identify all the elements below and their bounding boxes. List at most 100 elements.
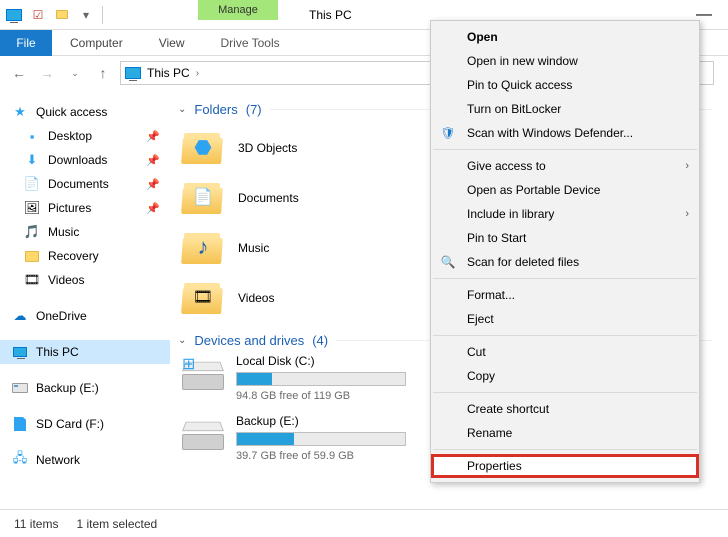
drive-icon — [182, 414, 224, 450]
ctx-pin-quick-access[interactable]: Pin to Quick access — [431, 73, 699, 97]
scan-icon: 🔍 — [439, 253, 457, 271]
breadcrumb[interactable]: This PC — [147, 66, 190, 80]
nav-label: Quick access — [36, 105, 107, 119]
window-title: This PC — [309, 8, 352, 22]
qat-new-folder-icon[interactable] — [52, 5, 72, 25]
nav-label: Music — [48, 225, 79, 239]
ctx-separator — [433, 335, 697, 336]
ctx-rename[interactable]: Rename — [431, 421, 699, 445]
ctx-defender-scan[interactable]: 🛡 Scan with Windows Defender... — [431, 121, 699, 145]
folder-label: 3D Objects — [238, 141, 297, 155]
ctx-pin-start[interactable]: Pin to Start — [431, 226, 699, 250]
nav-pictures[interactable]: 🖼Pictures📌 — [0, 196, 170, 220]
navigation-pane: ★ Quick access ▪Desktop📌 ⬇Downloads📌 📄Do… — [0, 90, 170, 509]
ctx-separator — [433, 449, 697, 450]
qat-dropdown-icon[interactable]: ▾ — [76, 5, 96, 25]
nav-label: This PC — [36, 345, 79, 359]
ctx-portable-device[interactable]: Open as Portable Device — [431, 178, 699, 202]
ctx-properties[interactable]: Properties — [431, 454, 699, 478]
drive-label: Local Disk (C:) — [236, 354, 406, 368]
ctx-cut[interactable]: Cut — [431, 340, 699, 364]
chevron-down-icon: ⌄ — [178, 104, 186, 115]
nav-recovery[interactable]: Recovery — [0, 244, 170, 268]
group-title: Devices and drives — [194, 333, 304, 348]
group-count: (4) — [312, 333, 328, 348]
nav-quick-access[interactable]: ★ Quick access — [0, 100, 170, 124]
nav-backup-drive[interactable]: Backup (E:) — [0, 376, 170, 400]
ctx-label: Properties — [467, 459, 522, 473]
group-count: (7) — [246, 102, 262, 117]
this-pc-icon — [12, 344, 28, 360]
ctx-create-shortcut[interactable]: Create shortcut — [431, 397, 699, 421]
ctx-label: Pin to Start — [467, 231, 526, 245]
capacity-bar — [236, 432, 406, 446]
capacity-bar — [236, 372, 406, 386]
folder-icon: ♪ — [182, 230, 224, 266]
ctx-separator — [433, 278, 697, 279]
up-button[interactable]: ↑ — [92, 62, 114, 84]
breadcrumb-chevron-icon[interactable]: › — [196, 68, 199, 79]
contextual-tab-group: Manage — [198, 0, 278, 20]
nav-downloads[interactable]: ⬇Downloads📌 — [0, 148, 170, 172]
folder-label: Documents — [238, 191, 299, 205]
ctx-label: Turn on BitLocker — [467, 102, 561, 116]
nav-music[interactable]: 🎵Music — [0, 220, 170, 244]
drive-item-backup[interactable]: Backup (E:) 39.7 GB free of 59.9 GB — [182, 414, 406, 474]
forward-button[interactable]: → — [36, 62, 58, 84]
qat-separator — [102, 6, 103, 24]
ctx-open-new-window[interactable]: Open in new window — [431, 49, 699, 73]
nav-this-pc[interactable]: This PC — [0, 340, 170, 364]
nav-onedrive[interactable]: ☁ OneDrive — [0, 304, 170, 328]
ctx-scan-deleted[interactable]: 🔍 Scan for deleted files — [431, 250, 699, 274]
nav-videos[interactable]: 🎞 Videos — [0, 268, 170, 292]
ctx-label: Eject — [467, 312, 494, 326]
ctx-bitlocker[interactable]: Turn on BitLocker — [431, 97, 699, 121]
tab-computer[interactable]: Computer — [52, 30, 141, 56]
drive-icon: ⊞ — [182, 354, 224, 390]
cloud-icon: ☁ — [12, 308, 28, 324]
nav-desktop[interactable]: ▪Desktop📌 — [0, 124, 170, 148]
ctx-label: Format... — [467, 288, 515, 302]
ctx-open[interactable]: Open — [431, 25, 699, 49]
network-icon: 🖧 — [12, 452, 28, 468]
file-tab[interactable]: File — [0, 30, 52, 56]
ctx-eject[interactable]: Eject — [431, 307, 699, 331]
ctx-include-library[interactable]: Include in library› — [431, 202, 699, 226]
ctx-label: Scan for deleted files — [467, 255, 579, 269]
videos-icon: 🎞 — [24, 272, 40, 288]
capacity-text: 39.7 GB free of 59.9 GB — [236, 450, 406, 462]
tab-view[interactable]: View — [141, 30, 203, 56]
folder-icon: 📄 — [182, 180, 224, 216]
ctx-format[interactable]: Format... — [431, 283, 699, 307]
nav-network[interactable]: 🖧 Network — [0, 448, 170, 472]
nav-documents[interactable]: 📄Documents📌 — [0, 172, 170, 196]
qat-properties-icon[interactable]: ☑ — [28, 5, 48, 25]
ctx-copy[interactable]: Copy — [431, 364, 699, 388]
back-button[interactable]: ← — [8, 62, 30, 84]
folder-label: Music — [238, 241, 269, 255]
nav-label: Recovery — [48, 249, 99, 263]
ctx-label: Scan with Windows Defender... — [467, 126, 633, 140]
nav-label: Videos — [48, 273, 84, 287]
star-icon: ★ — [12, 104, 28, 120]
nav-label: Downloads — [48, 153, 107, 167]
nav-sd-card[interactable]: SD Card (F:) — [0, 412, 170, 436]
recent-dropdown-icon[interactable]: ⌄ — [64, 62, 86, 84]
shield-icon: 🛡 — [439, 124, 457, 142]
capacity-text: 94.8 GB free of 119 GB — [236, 390, 406, 402]
submenu-arrow-icon: › — [685, 208, 689, 220]
folder-label: Videos — [238, 291, 274, 305]
ctx-label: Pin to Quick access — [467, 78, 572, 92]
ctx-separator — [433, 392, 697, 393]
ctx-label: Open — [467, 30, 498, 44]
ctx-label: Create shortcut — [467, 402, 549, 416]
sd-card-icon — [12, 416, 28, 432]
ctx-label: Rename — [467, 426, 512, 440]
this-pc-icon — [4, 5, 24, 25]
folder-icon: ⬣ — [182, 130, 224, 166]
nav-label: OneDrive — [36, 309, 87, 323]
nav-label: Backup (E:) — [36, 381, 99, 395]
ctx-give-access[interactable]: Give access to› — [431, 154, 699, 178]
tab-drive-tools[interactable]: Drive Tools — [202, 30, 297, 56]
nav-label: Network — [36, 453, 80, 467]
